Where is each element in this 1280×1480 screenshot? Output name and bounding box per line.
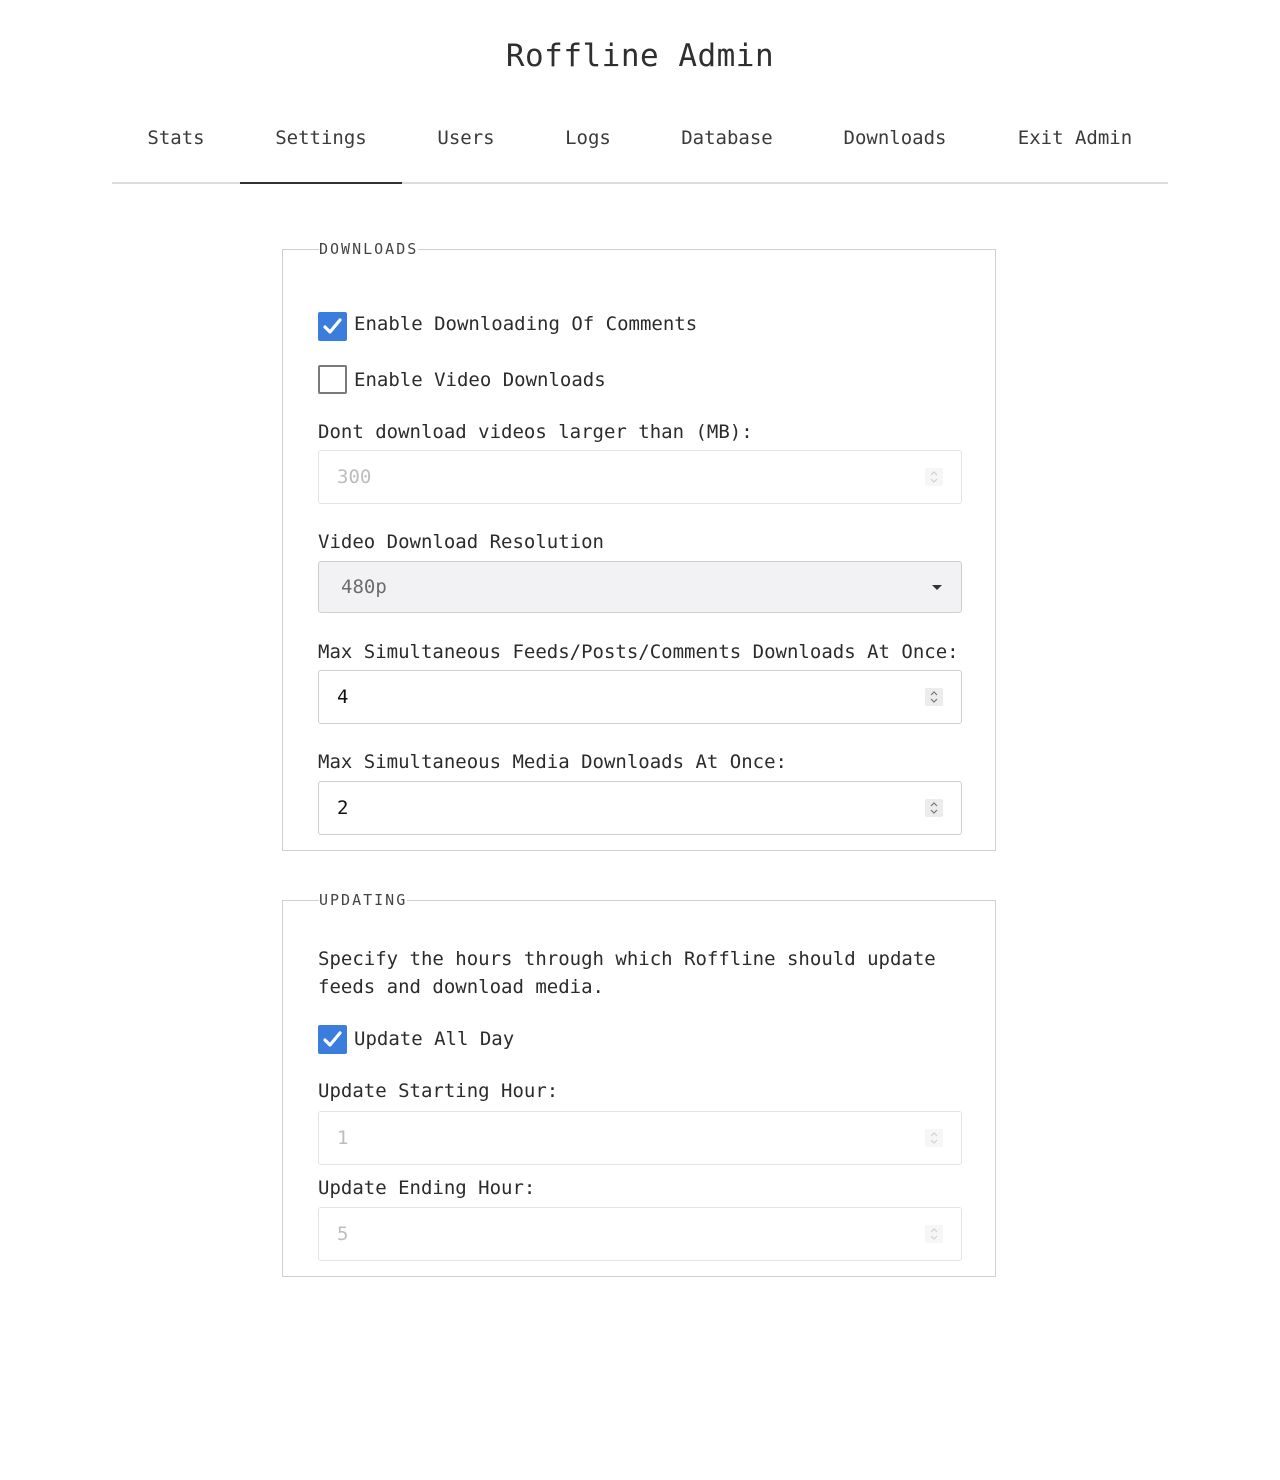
start-hour-value: 1	[337, 1127, 349, 1149]
end-hour-value: 5	[337, 1223, 349, 1245]
max-feed-downloads-value: 4	[337, 686, 349, 708]
update-all-day-label[interactable]: Update All Day	[354, 1027, 514, 1051]
tab-database[interactable]: Database	[672, 108, 782, 168]
enable-comments-label[interactable]: Enable Downloading Of Comments	[354, 312, 697, 336]
max-video-size-label: Dont download videos larger than (MB):	[318, 421, 753, 443]
updating-description: Specify the hours through which Roffline…	[318, 948, 936, 998]
tab-exit-admin[interactable]: Exit Admin	[1008, 108, 1142, 168]
checkmark-icon	[323, 318, 342, 334]
video-resolution-value: 480p	[341, 576, 387, 598]
updating-section-legend: UPDATING	[319, 891, 408, 909]
tab-logs[interactable]: Logs	[552, 108, 624, 168]
start-hour-label: Update Starting Hour:	[318, 1080, 559, 1102]
max-feed-downloads-input[interactable]: 4	[318, 670, 962, 724]
downloads-section-legend: DOWNLOADS	[319, 240, 419, 258]
updating-settings-section: UPDATING Specify the hours through which…	[282, 891, 996, 1277]
tab-downloads[interactable]: Downloads	[834, 108, 956, 168]
spinner-icon[interactable]	[925, 799, 943, 817]
max-media-downloads-input[interactable]: 2	[318, 781, 962, 835]
enable-comments-checkbox[interactable]	[318, 312, 347, 341]
spinner-icon[interactable]	[925, 468, 943, 486]
spinner-icon[interactable]	[925, 1225, 943, 1243]
spinner-icon[interactable]	[925, 688, 943, 706]
tab-stats[interactable]: Stats	[130, 108, 222, 168]
tab-users[interactable]: Users	[422, 108, 510, 168]
caret-down-icon	[932, 585, 942, 590]
enable-video-label[interactable]: Enable Video Downloads	[354, 368, 606, 392]
tab-settings[interactable]: Settings	[240, 108, 402, 184]
end-hour-label: Update Ending Hour:	[318, 1177, 536, 1199]
downloads-settings-section: DOWNLOADS Enable Downloading Of Comments…	[282, 240, 996, 851]
checkmark-icon	[323, 1031, 342, 1047]
page-title: Roffline Admin	[505, 38, 775, 74]
video-resolution-label: Video Download Resolution	[318, 531, 604, 553]
max-media-downloads-value: 2	[337, 797, 349, 819]
video-resolution-select[interactable]: 480p	[318, 561, 962, 613]
spinner-icon[interactable]	[925, 1129, 943, 1147]
end-hour-input[interactable]: 5	[318, 1207, 962, 1261]
max-media-downloads-label: Max Simultaneous Media Downloads At Once…	[318, 751, 787, 773]
max-feed-downloads-label: Max Simultaneous Feeds/Posts/Comments Do…	[318, 641, 959, 663]
enable-video-checkbox[interactable]	[318, 365, 347, 394]
admin-nav-tabs: Stats Settings Users Logs Database Downl…	[112, 108, 1168, 184]
max-video-size-input[interactable]: 300	[318, 450, 962, 504]
start-hour-input[interactable]: 1	[318, 1111, 962, 1165]
max-video-size-value: 300	[337, 466, 372, 488]
update-all-day-checkbox[interactable]	[318, 1025, 347, 1054]
